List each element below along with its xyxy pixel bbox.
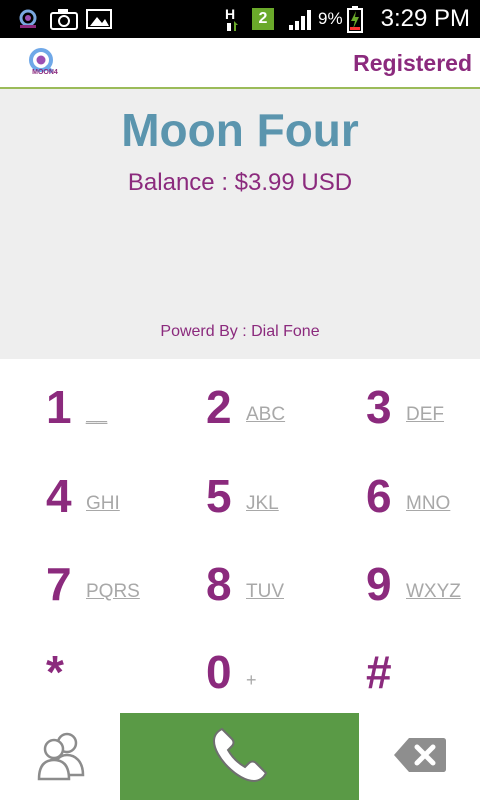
- camera-icon: [48, 0, 80, 38]
- key-2[interactable]: 2 ABC: [160, 362, 320, 450]
- key-4[interactable]: 4 GHI: [0, 451, 160, 539]
- key-letters: GHI: [86, 493, 120, 514]
- battery-charging-icon: [345, 0, 365, 38]
- status-bar: H 2 9% 3:29 PM: [0, 0, 480, 38]
- key-letters: __: [86, 404, 108, 425]
- logo-text: MOON4: [32, 69, 58, 76]
- brand-name: Moon Four: [121, 104, 359, 156]
- key-letters: TUV: [246, 581, 284, 602]
- key-0[interactable]: 0 +: [160, 627, 320, 715]
- contacts-button[interactable]: [0, 713, 120, 800]
- signal-icon: [286, 0, 316, 38]
- call-button[interactable]: [120, 713, 359, 800]
- notification-badge: 2: [252, 8, 274, 30]
- key-9[interactable]: 9 WXYZ: [320, 539, 480, 627]
- moon4-app-icon: [14, 0, 42, 38]
- key-star[interactable]: *: [0, 627, 160, 715]
- bottom-action-bar: [0, 713, 480, 800]
- app-header: MOON4 Registered: [0, 38, 480, 89]
- key-digit: 4: [46, 470, 72, 522]
- key-7[interactable]: 7 PQRS: [0, 539, 160, 627]
- contacts-icon: [33, 729, 87, 785]
- key-letters: ABC: [246, 404, 286, 425]
- powered-by-label: Powerd By : Dial Fone: [160, 323, 320, 340]
- key-letters: MNO: [406, 493, 451, 514]
- registration-status: Registered: [353, 50, 472, 76]
- battery-percent: 9%: [318, 9, 343, 28]
- key-digit: 5: [206, 470, 232, 522]
- account-info-panel: Moon Four Balance : $3.99 USD Powerd By …: [0, 89, 480, 359]
- key-letters: PQRS: [86, 581, 140, 602]
- gallery-icon: [84, 0, 114, 38]
- phone-handset-icon: [208, 723, 272, 791]
- key-letters: +: [246, 670, 257, 690]
- key-digit: 3: [366, 381, 392, 433]
- key-3[interactable]: 3 DEF: [320, 362, 480, 450]
- clock: 3:29 PM: [380, 5, 470, 32]
- key-digit: 1: [46, 381, 72, 433]
- key-digit: 9: [366, 558, 392, 610]
- key-digit: 2: [206, 381, 232, 433]
- key-digit: 8: [206, 558, 232, 610]
- key-6[interactable]: 6 MNO: [320, 451, 480, 539]
- key-8[interactable]: 8 TUV: [160, 539, 320, 627]
- key-digit: 7: [46, 558, 72, 610]
- network-h-icon: H: [222, 0, 244, 38]
- key-letters: WXYZ: [406, 581, 461, 602]
- key-digit: #: [366, 646, 392, 698]
- key-letters: JKL: [246, 493, 279, 514]
- key-1[interactable]: 1 __: [0, 362, 160, 450]
- key-5[interactable]: 5 JKL: [160, 451, 320, 539]
- network-type: H: [225, 6, 235, 22]
- key-digit: 6: [366, 470, 392, 522]
- balance-label: Balance : $3.99 USD: [127, 169, 353, 196]
- key-hash[interactable]: #: [320, 627, 480, 715]
- app-logo-icon[interactable]: [24, 46, 60, 82]
- key-digit: *: [46, 646, 64, 698]
- backspace-button[interactable]: [359, 713, 480, 800]
- key-digit: 0: [206, 646, 232, 698]
- key-letters: DEF: [406, 404, 444, 425]
- backspace-icon: [393, 736, 447, 778]
